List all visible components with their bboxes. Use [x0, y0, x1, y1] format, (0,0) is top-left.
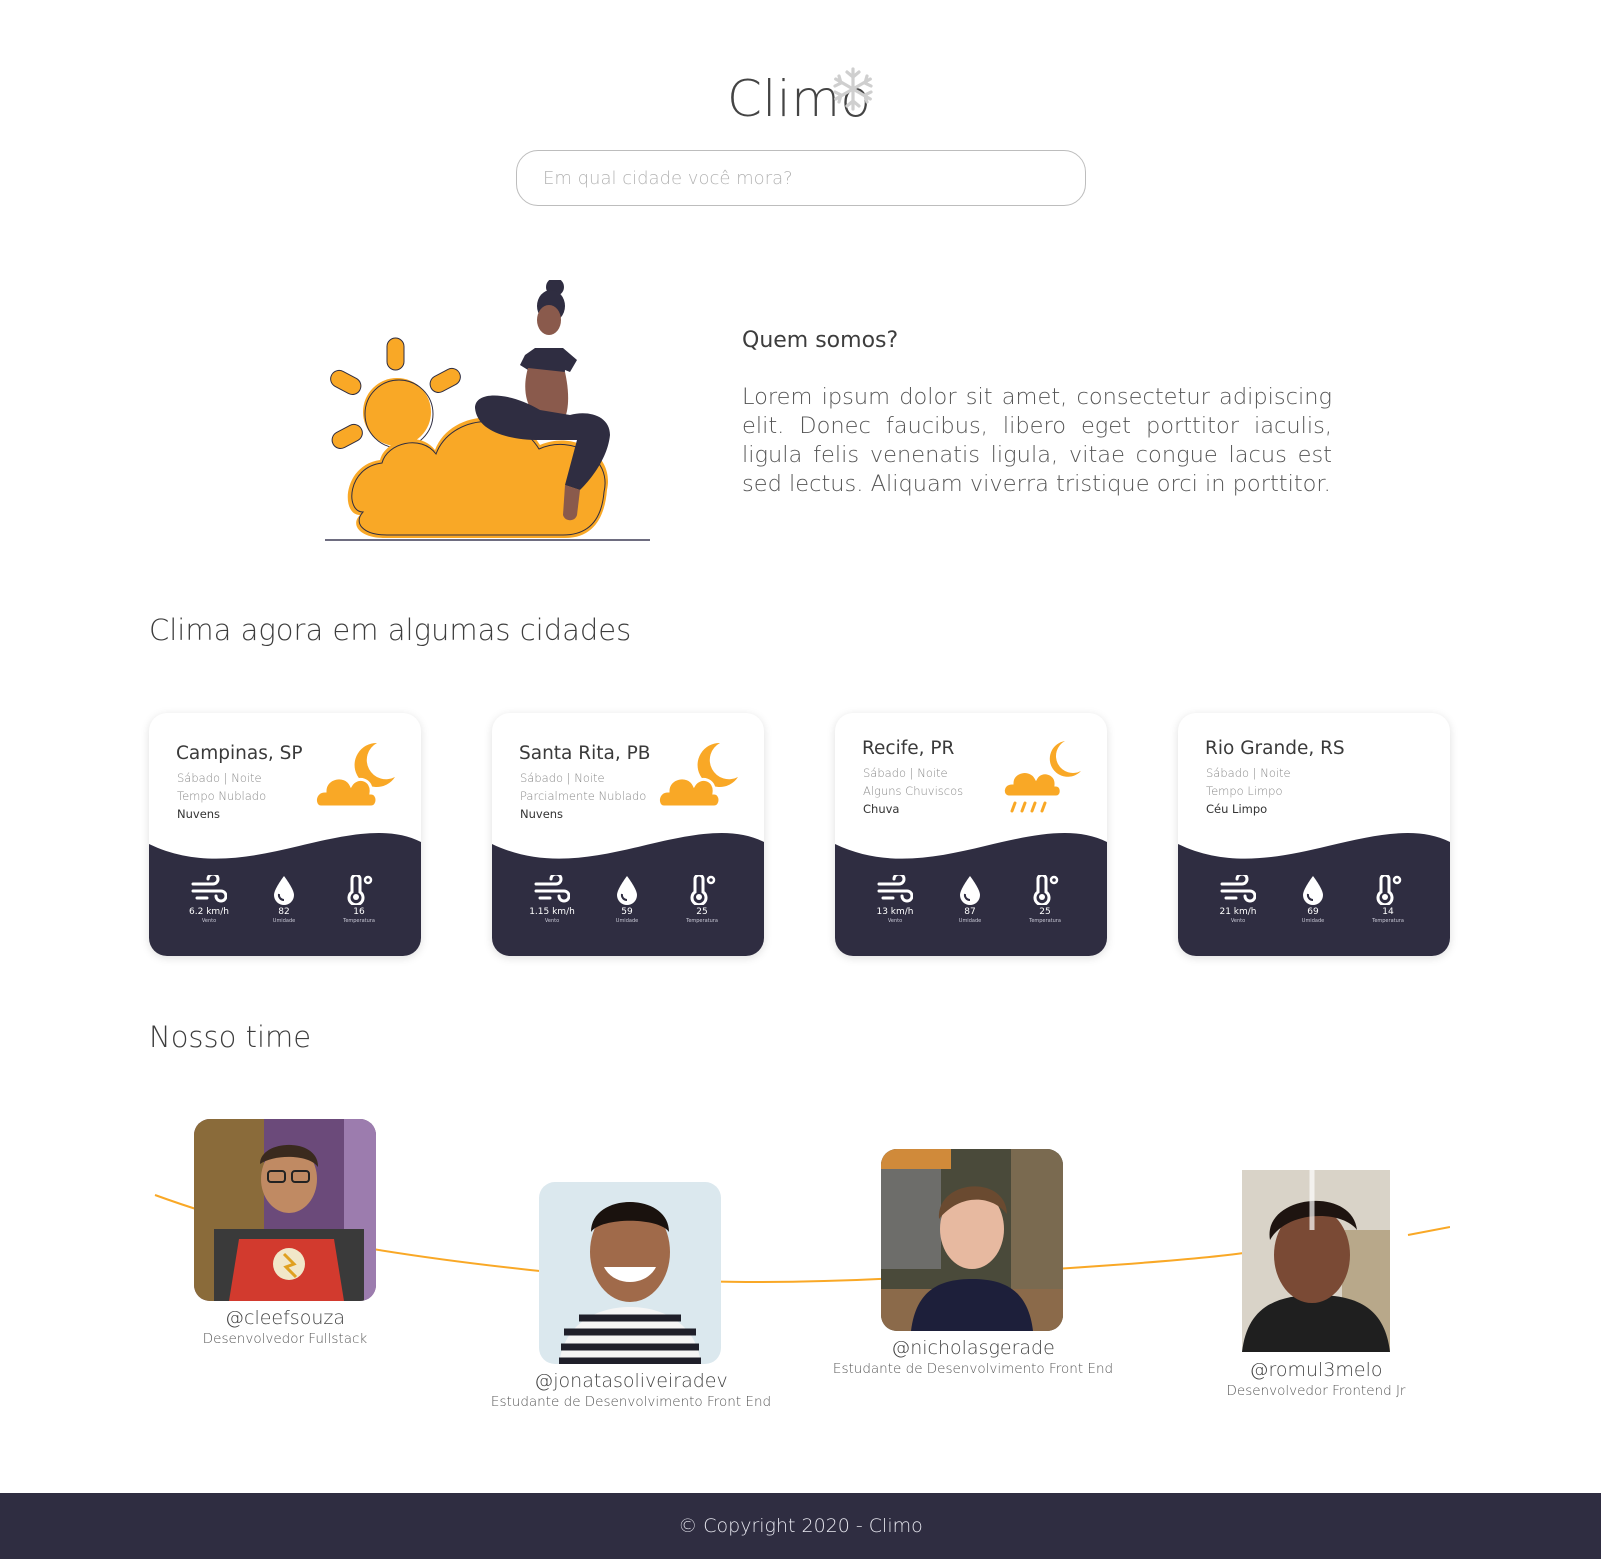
wind-label: Vento	[201, 918, 217, 924]
avatar[interactable]	[1242, 1170, 1390, 1352]
temperature-label: Temperatura	[1029, 918, 1061, 924]
card-day: Sábado | Noite	[520, 771, 605, 785]
team-member: @cleefsouza Desenvolvedor Fullstack	[134, 1307, 436, 1347]
member-handle[interactable]: @cleefsouza	[134, 1307, 436, 1329]
wind-icon	[877, 875, 913, 903]
avatar[interactable]	[881, 1149, 1063, 1331]
card-condition: Céu Limpo	[1206, 802, 1268, 816]
temperature-value: 16	[353, 907, 365, 917]
weather-section-title: Clima agora em algumas cidades	[149, 613, 632, 647]
temperature-value: 25	[696, 907, 708, 917]
temperature-stat: 16 Temperatura	[329, 875, 389, 924]
team-member: @nicholasgerade Estudante de Desenvolvim…	[822, 1337, 1124, 1377]
cloud-moon-icon	[315, 742, 395, 809]
weather-card[interactable]: Recife, PR Sábado | Noite Alguns Chuvisc…	[835, 713, 1107, 956]
humidity-stat: 59 Umidade	[597, 875, 657, 924]
humidity-value: 82	[278, 907, 290, 917]
team-section-title: Nosso time	[149, 1020, 312, 1054]
member-role: Estudante de Desenvolvimento Front End	[490, 1394, 772, 1410]
humidity-value: 69	[1307, 907, 1319, 917]
moon-icon	[1376, 745, 1422, 805]
card-day: Sábado | Noite	[177, 771, 262, 785]
card-day: Sábado | Noite	[863, 766, 948, 780]
humidity-label: Umidade	[615, 918, 639, 924]
card-description: Alguns Chuviscos	[863, 784, 964, 798]
temperature-stat: 25 Temperatura	[672, 875, 732, 924]
card-city: Recife, PR	[862, 738, 955, 759]
water-drop-icon	[274, 876, 294, 905]
card-description: Tempo Limpo	[1206, 784, 1283, 798]
avatar[interactable]	[194, 1119, 376, 1301]
temperature-stat: 14 Temperatura	[1358, 875, 1418, 924]
thermometer-icon	[347, 875, 373, 905]
card-condition: Nuvens	[177, 807, 221, 821]
temperature-stat: 25 Temperatura	[1015, 875, 1075, 924]
team-member: @jonatasoliveiradev Estudante de Desenvo…	[480, 1370, 782, 1410]
member-handle[interactable]: @jonatasoliveiradev	[480, 1370, 782, 1392]
wind-stat: 13 km/h Vento	[865, 875, 925, 924]
city-search-input[interactable]	[516, 150, 1086, 206]
member-role: Desenvolvedor Frontend Jr	[1226, 1383, 1406, 1399]
card-city: Santa Rita, PB	[519, 743, 651, 764]
wind-value: 6.2 km/h	[189, 907, 229, 917]
wind-stat: 6.2 km/h Vento	[179, 875, 239, 924]
humidity-label: Umidade	[1301, 918, 1325, 924]
about-text: Lorem ipsum dolor sit amet, consectetur …	[742, 384, 1332, 497]
member-role: Estudante de Desenvolvimento Front End	[832, 1361, 1114, 1377]
member-handle[interactable]: @nicholasgerade	[822, 1337, 1124, 1359]
wind-label: Vento	[887, 918, 903, 924]
card-city: Rio Grande, RS	[1205, 738, 1345, 759]
rain-cloud-moon-icon	[1001, 741, 1081, 813]
temperature-label: Temperatura	[343, 918, 375, 924]
thermometer-icon	[1033, 875, 1059, 905]
wind-label: Vento	[1230, 918, 1246, 924]
wind-icon	[1220, 875, 1256, 903]
wind-label: Vento	[544, 918, 560, 924]
humidity-label: Umidade	[272, 918, 296, 924]
thermometer-icon	[690, 875, 716, 905]
wind-icon	[191, 875, 227, 903]
humidity-stat: 82 Umidade	[254, 875, 314, 924]
weather-card[interactable]: Santa Rita, PB Sábado | Noite Parcialmen…	[492, 713, 764, 956]
copyright-text: © Copyright 2020 - Climo	[678, 1515, 923, 1537]
thermometer-icon	[1376, 875, 1402, 905]
member-role: Desenvolvedor Fullstack	[202, 1331, 368, 1347]
team-member: @romul3melo Desenvolvedor Frontend Jr	[1165, 1359, 1467, 1399]
avatar[interactable]	[539, 1182, 721, 1364]
water-drop-icon	[960, 876, 980, 905]
weather-card[interactable]: Campinas, SP Sábado | Noite Tempo Nublad…	[149, 713, 421, 956]
temperature-label: Temperatura	[686, 918, 718, 924]
weather-card[interactable]: Rio Grande, RS Sábado | Noite Tempo Limp…	[1178, 713, 1450, 956]
card-description: Parcialmente Nublado	[520, 789, 647, 803]
wind-value: 21 km/h	[1219, 907, 1257, 917]
wind-stat: 1.15 km/h Vento	[522, 875, 582, 924]
snowflake-icon	[833, 67, 873, 111]
humidity-label: Umidade	[958, 918, 982, 924]
temperature-label: Temperatura	[1372, 918, 1404, 924]
water-drop-icon	[617, 876, 637, 905]
card-city: Campinas, SP	[176, 743, 303, 764]
wind-value: 13 km/h	[876, 907, 914, 917]
temperature-value: 14	[1382, 907, 1394, 917]
footer: © Copyright 2020 - Climo	[0, 1493, 1601, 1559]
humidity-value: 87	[964, 907, 976, 917]
about-title: Quem somos?	[742, 328, 899, 353]
water-drop-icon	[1303, 876, 1323, 905]
card-description: Tempo Nublado	[177, 789, 267, 803]
wind-value: 1.15 km/h	[529, 907, 575, 917]
weather-person-illustration	[325, 280, 650, 541]
cloud-moon-icon	[658, 742, 738, 809]
humidity-stat: 87 Umidade	[940, 875, 1000, 924]
wind-icon	[534, 875, 570, 903]
card-condition: Chuva	[863, 802, 900, 816]
member-handle[interactable]: @romul3melo	[1165, 1359, 1467, 1381]
card-condition: Nuvens	[520, 807, 564, 821]
humidity-value: 59	[621, 907, 633, 917]
humidity-stat: 69 Umidade	[1283, 875, 1343, 924]
wind-stat: 21 km/h Vento	[1208, 875, 1268, 924]
card-day: Sábado | Noite	[1206, 766, 1291, 780]
temperature-value: 25	[1039, 907, 1051, 917]
